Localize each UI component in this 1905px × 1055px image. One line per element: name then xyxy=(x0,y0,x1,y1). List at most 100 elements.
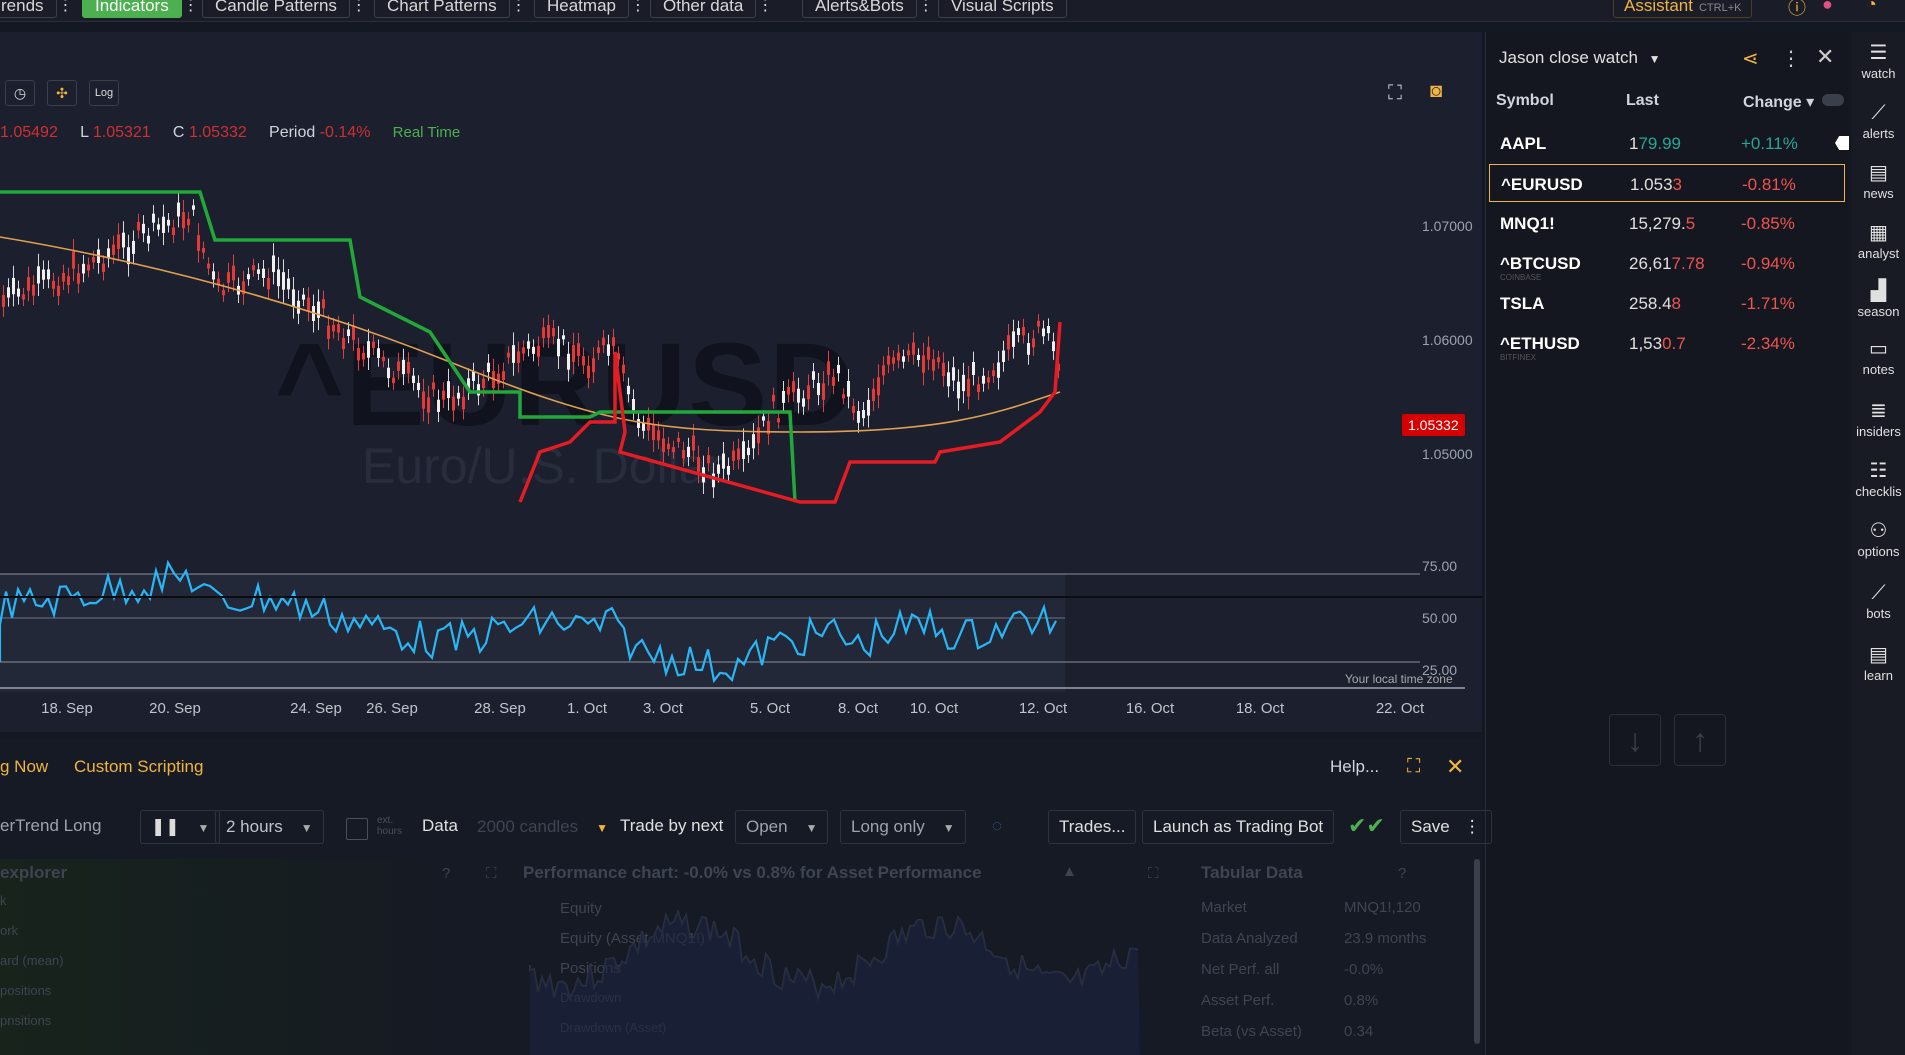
watchlist-row[interactable]: MNQ1! 15,279.5 -0.85% xyxy=(1489,204,1845,242)
scroll-handle[interactable] xyxy=(1822,94,1844,106)
ext-hours-checkbox[interactable] xyxy=(346,818,368,840)
move-down-button[interactable]: ↓ xyxy=(1609,714,1661,766)
pane-divider[interactable] xyxy=(0,596,1482,598)
kebab-icon[interactable]: ⋮ xyxy=(918,0,934,14)
tab-trading-now[interactable]: g Now xyxy=(0,757,48,777)
menu-trends[interactable]: rends ⋮ xyxy=(0,0,74,18)
help-circle-icon[interactable]: ? xyxy=(1398,865,1406,882)
col-header-change[interactable]: Change ▾ xyxy=(1743,92,1814,112)
watchlist-row[interactable]: ^BTCUSD COINBASE 26,617.78 -0.94% xyxy=(1489,244,1845,282)
explorer-row[interactable]: ard (mean) xyxy=(0,953,64,968)
rail-item-bots[interactable]: ⟋ bots xyxy=(1852,582,1905,621)
close-icon[interactable]: ✕ xyxy=(1816,44,1834,70)
kebab-icon[interactable]: ⋮ xyxy=(630,0,646,14)
kebab-icon[interactable]: ⋮ xyxy=(1464,817,1481,836)
candle-body xyxy=(1037,320,1040,327)
help-circle-icon[interactable]: ? xyxy=(442,865,450,882)
explorer-row[interactable]: positions xyxy=(0,983,51,998)
help-link[interactable]: Help... xyxy=(1330,757,1379,777)
close-icon[interactable]: ✕ xyxy=(1446,754,1464,780)
candle-body xyxy=(682,450,685,459)
strategy-name-input[interactable]: erTrend Long xyxy=(0,810,101,844)
trade-by-dropdown[interactable]: Open ▼ xyxy=(735,810,829,844)
candle-body xyxy=(872,388,875,402)
rail-label: watch xyxy=(1861,66,1896,81)
candle-body xyxy=(982,375,985,384)
menu-chart-patterns[interactable]: Chart Patterns ⋮ xyxy=(374,0,527,18)
direction-dropdown[interactable]: Long only ▼ xyxy=(840,810,966,844)
menu-heatmap[interactable]: Heatmap ⋮ xyxy=(534,0,646,18)
watchlist-title[interactable]: Jason close watch ▼ xyxy=(1499,48,1661,68)
rail-item-analyst[interactable]: ▦ analyst xyxy=(1852,222,1905,261)
watchlist-row[interactable]: AAPL 179.99 +0.11% xyxy=(1489,124,1849,162)
kebab-icon[interactable]: ⋮ xyxy=(351,0,367,14)
candle-body xyxy=(722,453,725,469)
trades-button[interactable]: Trades... xyxy=(1048,810,1137,844)
launch-bot-button[interactable]: Launch as Trading Bot xyxy=(1142,810,1335,844)
candle-body xyxy=(112,244,115,255)
candle-body xyxy=(117,234,120,249)
explorer-row[interactable]: ork xyxy=(0,923,18,938)
kebab-icon[interactable]: ⋮ xyxy=(58,0,74,14)
notification-icon[interactable]: ● xyxy=(1822,0,1833,15)
news-icon: ▤ xyxy=(1869,162,1888,184)
expand-icon[interactable]: ⛶ xyxy=(486,865,497,882)
explorer-row[interactable]: k xyxy=(0,893,7,908)
rail-item-insiders[interactable]: ≣ insiders xyxy=(1852,400,1905,439)
rail-item-news[interactable]: ▤ news xyxy=(1852,162,1905,201)
expand-icon[interactable]: ⛶ xyxy=(1148,865,1159,882)
watchlist-row[interactable]: ^EURUSD 1.0533 -0.81% xyxy=(1489,164,1845,202)
candle-body xyxy=(347,329,350,337)
expand-icon[interactable]: ⛶ xyxy=(1407,756,1420,778)
watch-symbol: AAPL xyxy=(1500,134,1547,153)
menu-other-data[interactable]: Other data ⋮ xyxy=(650,0,773,18)
rail-item-checklis[interactable]: ☷ checklis xyxy=(1852,460,1905,499)
app-root: rends ⋮ Indicators ⋮ Candle Patterns ⋮ Char… xyxy=(0,0,1905,1055)
candle-body xyxy=(957,381,960,399)
assistant-button[interactable]: Assistant CTRL+K xyxy=(1613,0,1753,18)
rail-item-options[interactable]: ⚇ options xyxy=(1852,520,1905,559)
data-dropdown[interactable]: 2000 candles ▼ xyxy=(466,810,620,844)
rail-item-watch[interactable]: ☰ watch xyxy=(1852,42,1905,81)
rail-item-alerts[interactable]: ⟋ alerts xyxy=(1852,102,1905,141)
kebab-icon[interactable]: ⋮ xyxy=(1781,46,1801,71)
explorer-row[interactable]: pnsitions xyxy=(0,1013,51,1028)
pause-dropdown[interactable]: ❚❚ ▼ xyxy=(140,810,221,844)
explorer-title: explorer xyxy=(0,863,68,882)
alerts-icon: ⟋ xyxy=(1871,102,1886,124)
tab-custom-scripting[interactable]: Custom Scripting xyxy=(74,757,203,777)
watch-last-tick: 3 xyxy=(1672,175,1683,194)
rail-item-learn[interactable]: ▤ learn xyxy=(1852,644,1905,683)
watchlist-row[interactable]: ^ETHUSD BITFINEX 1,530.7 -2.34% xyxy=(1489,324,1845,362)
kebab-icon[interactable]: ⋮ xyxy=(511,0,527,14)
candle-body xyxy=(442,390,445,400)
watchlist-row[interactable]: TSLA 258.48 -1.71% xyxy=(1489,284,1845,322)
candle-body xyxy=(282,272,285,290)
candle-body xyxy=(862,410,865,419)
help-circle-icon[interactable]: ⓘ xyxy=(1788,0,1806,20)
menu-visual-scripts[interactable]: Visual Scripts xyxy=(938,0,1067,18)
menu-candle-patterns[interactable]: Candle Patterns ⋮ xyxy=(202,0,367,18)
save-button[interactable]: Save ⋮ xyxy=(1400,810,1492,844)
interval-dropdown[interactable]: 2 hours ▼ xyxy=(215,810,324,844)
kebab-icon[interactable]: ⋮ xyxy=(757,0,773,14)
user-icon[interactable]: ◔ xyxy=(1866,0,1877,15)
kebab-icon[interactable]: ⋮ xyxy=(183,0,199,14)
menu-indicators[interactable]: Indicators ⋮ xyxy=(82,0,199,18)
col-header-symbol[interactable]: Symbol xyxy=(1496,92,1554,110)
candle-body xyxy=(1027,343,1030,355)
candle-body xyxy=(532,346,535,354)
col-header-last[interactable]: Last xyxy=(1626,92,1659,110)
candle-body xyxy=(262,268,265,278)
rail-item-notes[interactable]: ▭ notes xyxy=(1852,338,1905,377)
menu-alerts-bots[interactable]: Alerts&Bots ⋮ xyxy=(802,0,934,18)
candle-body xyxy=(717,464,720,474)
rail-item-season[interactable]: ▟ season xyxy=(1852,280,1905,319)
move-up-button[interactable]: ↑ xyxy=(1674,714,1726,766)
candle-body xyxy=(942,362,945,377)
candle-body xyxy=(577,343,580,356)
candle-body xyxy=(407,361,410,374)
share-icon[interactable]: ⋖ xyxy=(1742,46,1759,71)
scrollbar[interactable] xyxy=(1474,859,1480,1044)
main-chart-panel[interactable]: ◷ ✣ Log 1.05492 L 1.05321 C 1.05332 Peri… xyxy=(0,32,1482,732)
